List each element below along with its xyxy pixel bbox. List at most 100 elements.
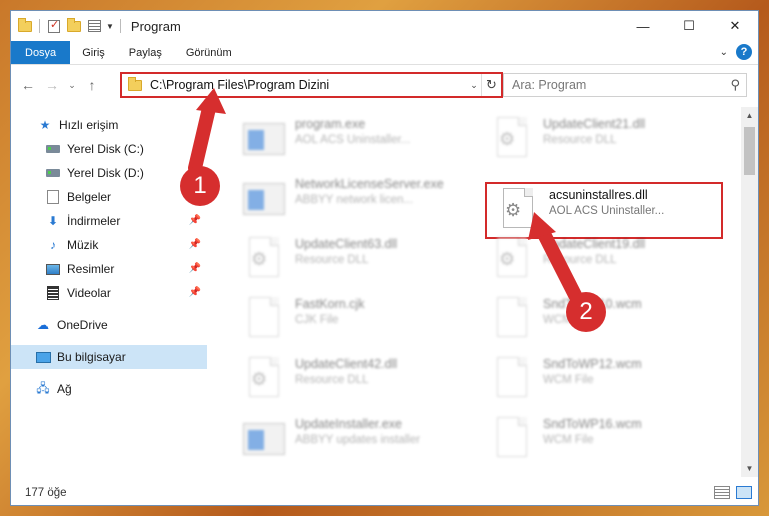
file-description: ABBYY updates installer: [295, 434, 421, 446]
tab-view[interactable]: Görünüm: [174, 41, 244, 64]
sidebar-item-local-disk-d[interactable]: Yerel Disk (D:): [11, 161, 207, 185]
up-arrow-icon[interactable]: ↑: [85, 77, 99, 93]
search-icon[interactable]: ⚲: [730, 77, 740, 93]
vertical-scrollbar[interactable]: ▲ ▼: [741, 107, 758, 477]
refresh-icon[interactable]: ↻: [481, 74, 501, 96]
scroll-thumb[interactable]: [744, 127, 755, 175]
close-button[interactable]: ✕: [712, 11, 758, 41]
tab-file[interactable]: Dosya: [11, 41, 71, 64]
file-name: UpdateClient42.dll: [295, 357, 398, 371]
pin-icon[interactable]: 📌: [189, 263, 201, 274]
tab-share[interactable]: Paylaş: [117, 41, 174, 64]
file-item[interactable]: UpdateInstaller.exe ABBYY updates install…: [231, 413, 475, 469]
file-description: Resource DLL: [295, 374, 369, 386]
address-row: ← → ⌄ ↑ C:\Program Files\Program Dizini …: [11, 65, 758, 105]
file-icon: ⚙: [243, 237, 285, 283]
scroll-down-arrow-icon[interactable]: ▼: [741, 460, 758, 477]
sidebar-item-music[interactable]: ♪ Müzik 📌: [11, 233, 207, 257]
file-name: UpdateInstaller.exe: [295, 417, 403, 431]
properties-icon[interactable]: [86, 18, 102, 34]
file-icon: [491, 357, 533, 403]
toolbar-divider: [119, 19, 121, 33]
toolbar-divider: [39, 19, 40, 33]
sidebar-item-pictures[interactable]: Resimler 📌: [11, 257, 207, 281]
large-icons-view-icon[interactable]: [736, 486, 752, 499]
file-description: AOL ACS Uninstaller...: [295, 134, 411, 146]
pin-icon[interactable]: 📌: [189, 287, 201, 298]
file-item[interactable]: program.exe AOL ACS Uninstaller...: [231, 113, 475, 169]
cloud-icon: ☁: [37, 318, 49, 332]
scroll-up-arrow-icon[interactable]: ▲: [741, 107, 758, 124]
expand-ribbon-chevron-icon[interactable]: ⌄: [720, 47, 728, 58]
file-item[interactable]: SndToWP16.wcm WCM File: [479, 413, 723, 469]
pin-icon[interactable]: 📌: [189, 215, 201, 226]
pin-icon[interactable]: 📌: [189, 239, 201, 250]
drive-icon: [45, 142, 61, 156]
file-description: WCM File: [543, 434, 594, 446]
file-icon: [243, 117, 285, 163]
customize-toolbar-chevron-icon[interactable]: ▼: [106, 22, 114, 31]
address-dropdown-chevron-icon[interactable]: ⌄: [467, 80, 481, 91]
file-list: program.exe AOL ACS Uninstaller... ⚙ Upda…: [217, 107, 739, 477]
search-input[interactable]: Ara: Program ⚲: [503, 73, 747, 97]
maximize-button[interactable]: ☐: [666, 11, 712, 41]
file-item-highlighted[interactable]: ⚙ acsuninstallres.dll AOL ACS Uninstaller…: [485, 182, 723, 239]
sidebar-item-downloads[interactable]: ⬇ İndirmeler 📌: [11, 209, 207, 233]
videos-icon: [45, 286, 61, 300]
file-item[interactable]: SndToWP12.wcm WCM File: [479, 353, 723, 409]
sidebar-item-this-pc[interactable]: Bu bilgisayar: [11, 345, 207, 369]
sidebar-item-documents[interactable]: Belgeler: [11, 185, 207, 209]
file-item[interactable]: NetworkLicenseServer.exe ABBYY network li…: [231, 173, 475, 229]
pictures-icon: [45, 262, 61, 276]
new-folder-icon[interactable]: [66, 17, 82, 34]
details-view-icon[interactable]: [714, 486, 730, 499]
address-bar[interactable]: C:\Program Files\Program Dizini ⌄ ↻: [120, 72, 503, 98]
sidebar-item-label: Belgeler: [67, 190, 112, 204]
help-icon[interactable]: ?: [736, 44, 752, 60]
sidebar-item-quick-access[interactable]: ★ Hızlı erişim: [11, 113, 207, 137]
file-item[interactable]: ⚙ UpdateClient21.dll Resource DLL: [479, 113, 723, 169]
properties-check-icon[interactable]: [46, 18, 62, 34]
ribbon-tabs: Dosya Giriş Paylaş Görünüm ⌄ ?: [11, 41, 758, 65]
file-item[interactable]: ⚙ UpdateClient42.dll Resource DLL: [231, 353, 475, 409]
dll-file-icon: ⚙: [497, 188, 539, 234]
file-name: program.exe: [295, 117, 366, 131]
drive-icon: [45, 166, 61, 180]
minimize-button[interactable]: —: [620, 11, 666, 41]
step-2-badge: 2: [566, 292, 606, 332]
star-icon: ★: [39, 118, 51, 132]
file-name: NetworkLicenseServer.exe: [295, 177, 444, 191]
network-icon: 🖧: [36, 380, 50, 395]
status-bar: 177 öğe: [11, 481, 758, 505]
file-icon: ⚙: [243, 357, 285, 403]
sidebar-item-label: Hızlı erişim: [59, 118, 119, 132]
sidebar-item-onedrive[interactable]: ☁ OneDrive: [11, 313, 207, 337]
sidebar-item-network[interactable]: 🖧 Ağ: [11, 377, 207, 401]
file-icon: [491, 417, 533, 463]
file-name: UpdateClient21.dll: [543, 117, 646, 131]
forward-arrow-icon[interactable]: →: [45, 77, 59, 93]
file-icon: ⚙: [491, 237, 533, 283]
sidebar-item-local-disk-c[interactable]: Yerel Disk (C:): [11, 137, 207, 161]
sidebar-item-label: Yerel Disk (C:): [67, 142, 144, 156]
search-placeholder: Ara: Program: [512, 78, 587, 92]
sidebar-item-videos[interactable]: Videolar 📌: [11, 281, 207, 305]
folder-icon: [17, 17, 33, 34]
back-arrow-icon[interactable]: ←: [21, 77, 35, 93]
file-item[interactable]: FastKorn.cjk CJK File: [231, 293, 475, 349]
address-path[interactable]: C:\Program Files\Program Dizini: [150, 78, 467, 92]
file-item[interactable]: ⚙ UpdateClient19.dll Resource DLL: [479, 233, 723, 289]
sidebar-item-label: Ağ: [57, 382, 72, 396]
recent-locations-chevron-icon[interactable]: ⌄: [65, 78, 79, 92]
item-count: 177 öğe: [25, 487, 67, 499]
sidebar-item-label: Bu bilgisayar: [57, 350, 126, 364]
sidebar-item-label: Yerel Disk (D:): [67, 166, 144, 180]
file-item[interactable]: ⚙ UpdateClient63.dll Resource DLL: [231, 233, 475, 289]
file-name: FastKorn.cjk: [295, 297, 365, 311]
downloads-icon: ⬇: [47, 214, 59, 228]
tab-home[interactable]: Giriş: [70, 41, 117, 64]
quick-access-toolbar: ▼: [11, 17, 123, 34]
file-name: SndToWP12.wcm: [543, 357, 642, 371]
documents-icon: [45, 190, 61, 204]
view-switcher: [714, 486, 752, 499]
